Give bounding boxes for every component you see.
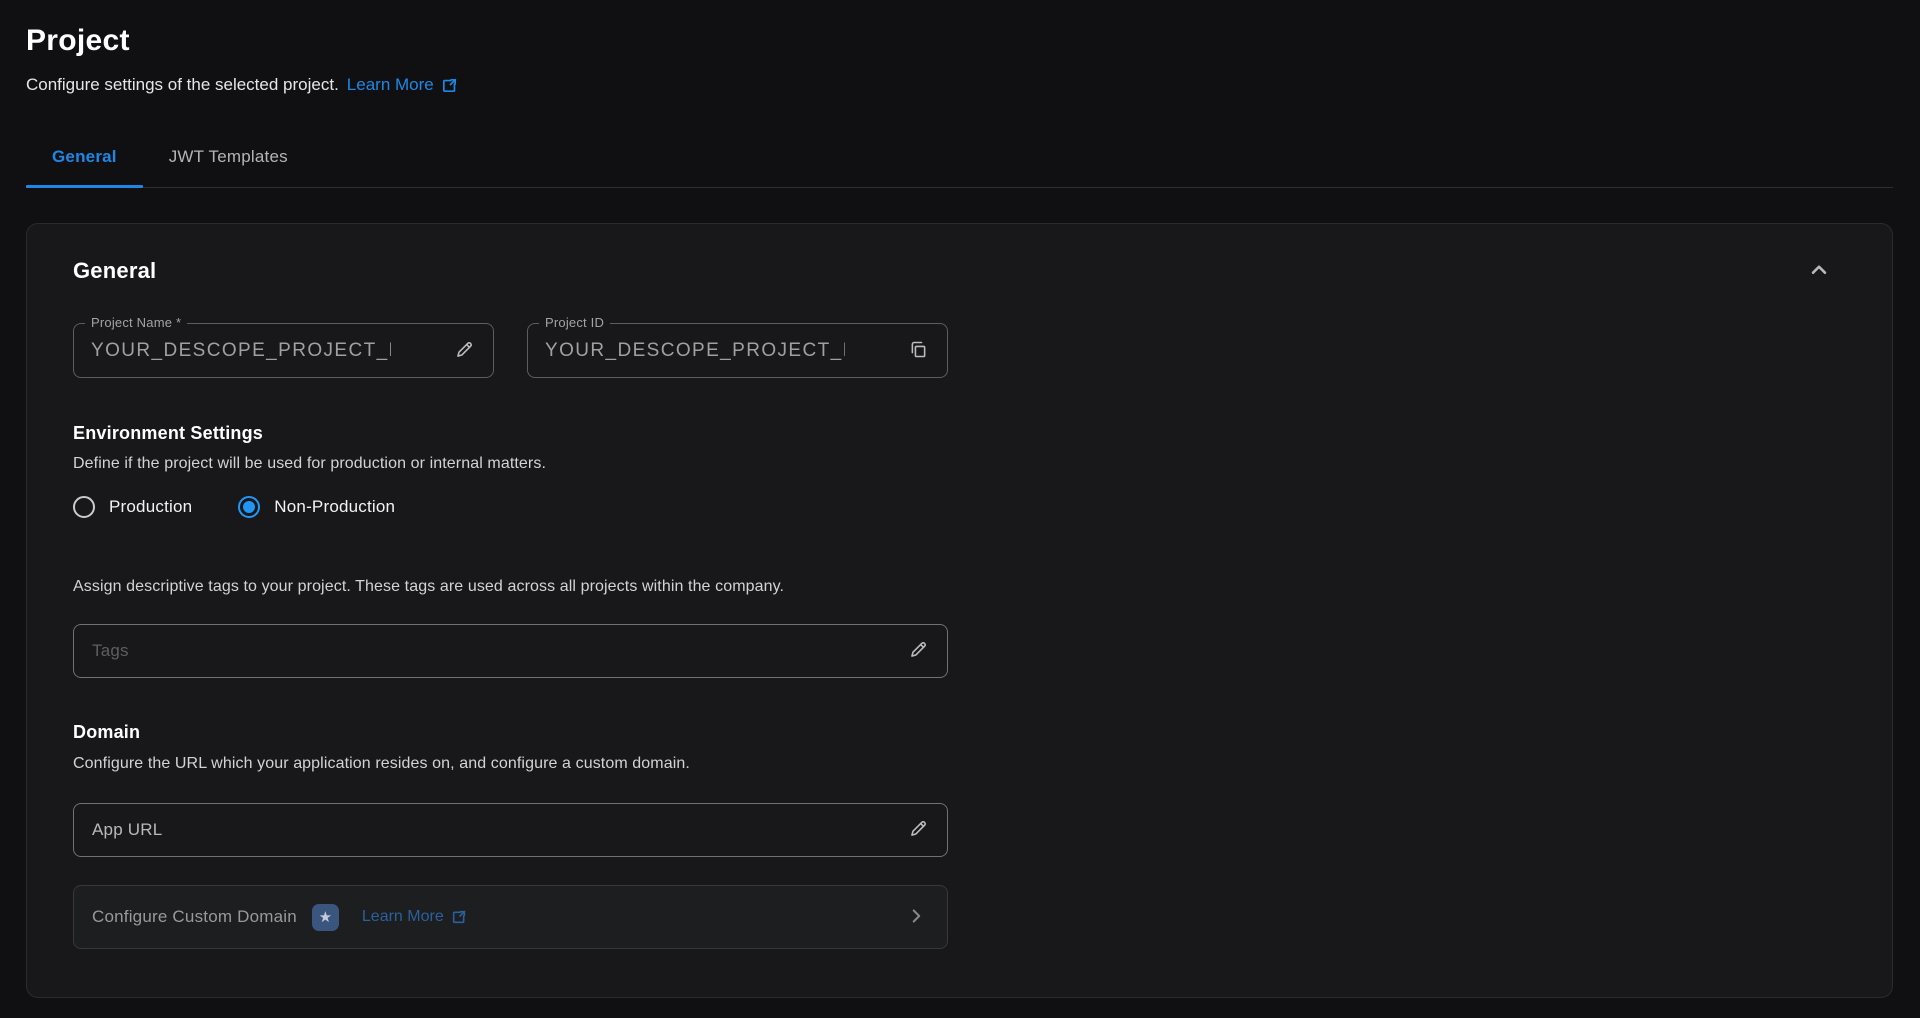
premium-star-badge: ★ xyxy=(312,904,339,931)
tags-input[interactable] xyxy=(92,641,901,661)
general-settings-card: General Project Name * xyxy=(26,223,1893,998)
tab-jwt-templates-label: JWT Templates xyxy=(169,147,288,167)
learn-more-link-label: Learn More xyxy=(347,74,434,96)
collapse-section-button[interactable] xyxy=(1804,256,1834,286)
edit-tags-button[interactable] xyxy=(901,634,935,668)
learn-more-link[interactable]: Learn More xyxy=(347,74,458,96)
card-heading: General xyxy=(73,258,156,284)
radio-non-production-label: Non-Production xyxy=(274,497,395,517)
edit-app-url-button[interactable] xyxy=(901,813,935,847)
project-name-field: Project Name * xyxy=(73,323,494,378)
radio-production-label: Production xyxy=(109,497,192,517)
pencil-icon xyxy=(454,339,475,363)
domain-heading: Domain xyxy=(73,721,1846,743)
star-icon: ★ xyxy=(319,908,332,926)
radio-non-production[interactable]: Non-Production xyxy=(238,496,395,518)
environment-settings-heading: Environment Settings xyxy=(73,422,1846,444)
project-id-label: Project ID xyxy=(539,315,610,330)
page-subtitle: Configure settings of the selected proje… xyxy=(26,74,339,96)
tab-jwt-templates[interactable]: JWT Templates xyxy=(143,126,314,187)
tags-field xyxy=(73,624,948,678)
tab-general-label: General xyxy=(52,147,117,167)
radio-non-production-circle[interactable] xyxy=(238,496,260,518)
page-title: Project xyxy=(26,22,1893,60)
configure-custom-domain-label: Configure Custom Domain xyxy=(92,907,297,927)
tags-description: Assign descriptive tags to your project.… xyxy=(73,577,1846,596)
custom-domain-learn-more-link[interactable]: Learn More xyxy=(362,908,467,926)
app-url-field xyxy=(73,803,948,857)
custom-domain-chevron-button[interactable] xyxy=(905,905,927,930)
project-id-input[interactable] xyxy=(545,340,845,362)
project-id-field: Project ID xyxy=(527,323,948,378)
project-name-input[interactable] xyxy=(91,340,391,362)
environment-radio-group: Production Non-Production xyxy=(73,496,1846,518)
app-url-input[interactable] xyxy=(92,820,901,840)
pencil-icon xyxy=(908,639,929,663)
domain-description: Configure the URL which your application… xyxy=(73,754,1846,773)
chevron-up-icon xyxy=(1806,257,1832,286)
edit-project-name-button[interactable] xyxy=(447,334,481,368)
copy-project-id-button[interactable] xyxy=(901,334,935,368)
project-name-label: Project Name * xyxy=(85,315,187,330)
pencil-icon xyxy=(908,818,929,842)
tab-general[interactable]: General xyxy=(26,126,143,187)
radio-production-circle[interactable] xyxy=(73,496,95,518)
environment-settings-description: Define if the project will be used for p… xyxy=(73,454,1846,473)
chevron-right-icon xyxy=(905,905,927,930)
external-link-icon xyxy=(441,77,458,94)
configure-custom-domain-row[interactable]: Configure Custom Domain ★ Learn More xyxy=(73,885,948,949)
radio-production[interactable]: Production xyxy=(73,496,192,518)
copy-icon xyxy=(908,339,929,363)
external-link-icon xyxy=(451,909,467,925)
custom-domain-learn-more-label: Learn More xyxy=(362,908,444,926)
tab-bar: General JWT Templates xyxy=(26,126,1893,188)
